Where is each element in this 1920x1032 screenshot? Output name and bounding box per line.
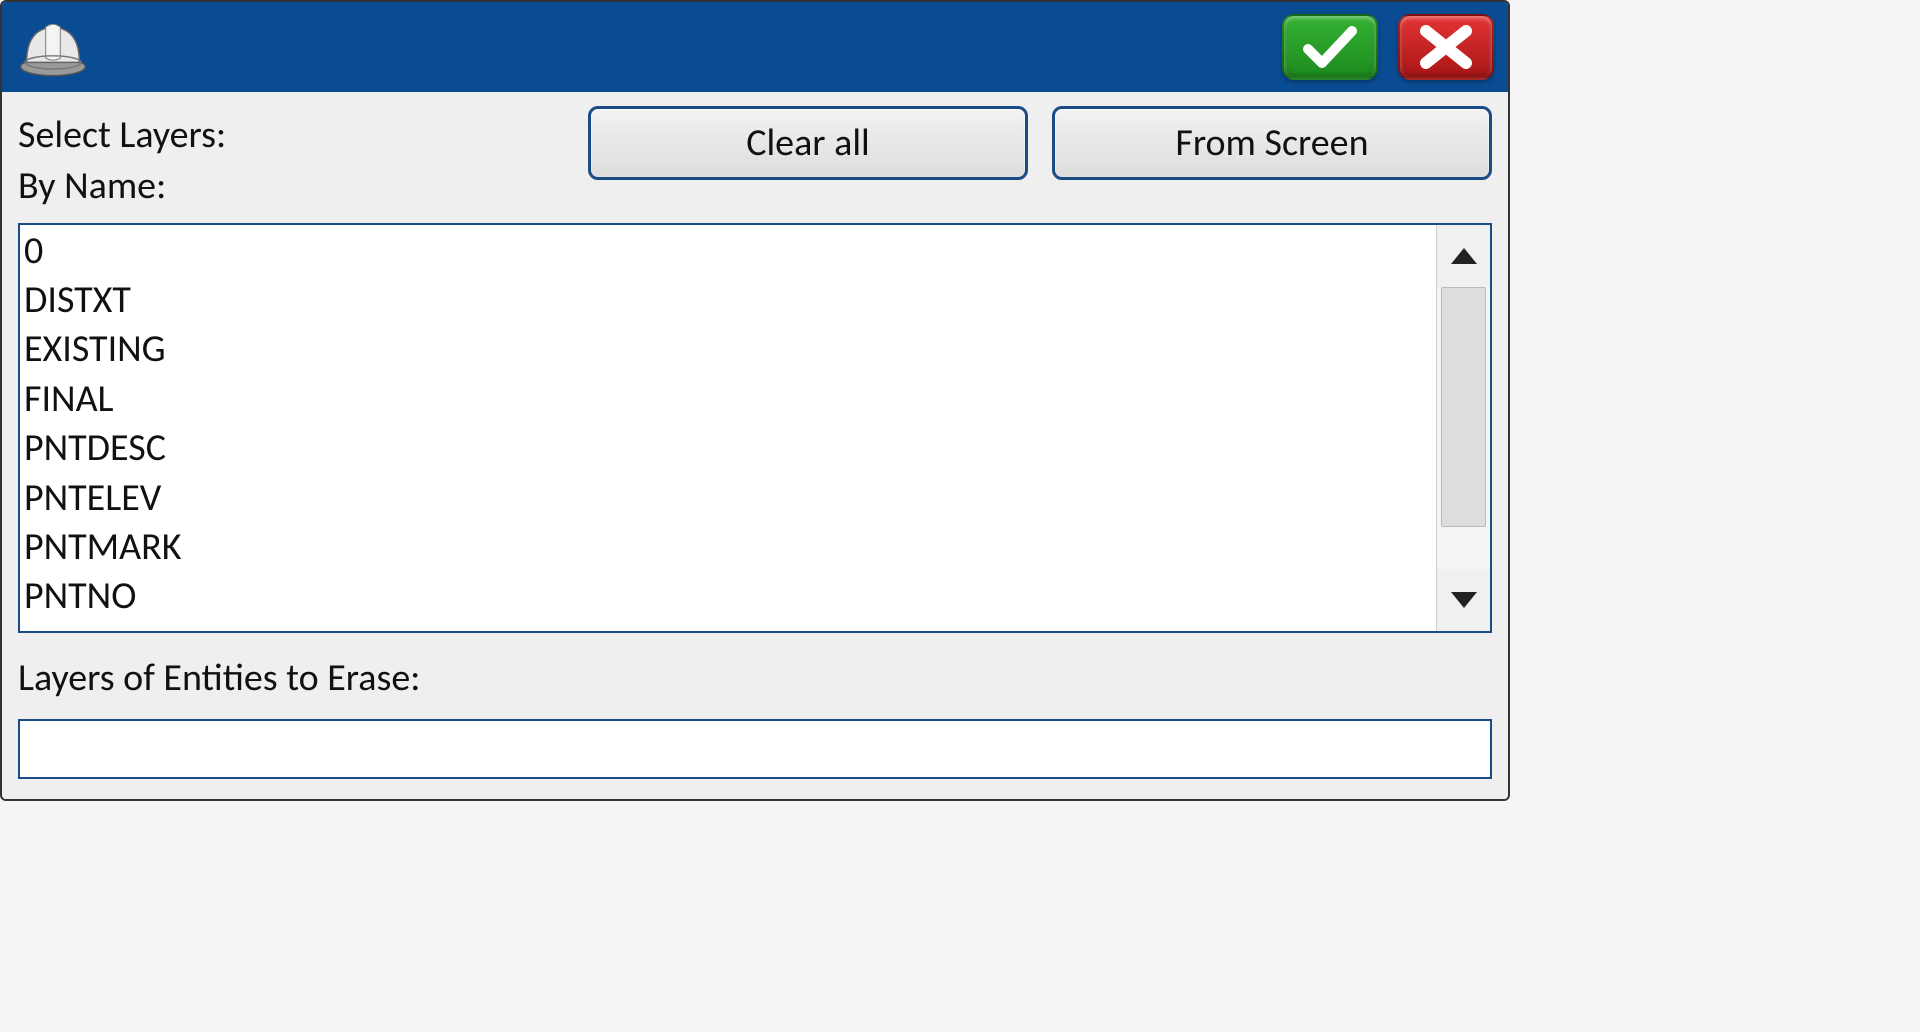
by-name-label: By Name: xyxy=(18,161,588,212)
list-item[interactable]: DISTXT xyxy=(24,276,1430,325)
clear-all-button[interactable]: Clear all xyxy=(588,106,1028,180)
titlebar-left xyxy=(16,14,90,80)
layer-listbox[interactable]: 0 DISTXT EXISTING FINAL PNTDESC PNTELEV … xyxy=(18,223,1492,633)
list-item[interactable]: PNTDESC xyxy=(24,424,1430,473)
select-layers-label: Select Layers: xyxy=(18,110,588,161)
layer-list-items: 0 DISTXT EXISTING FINAL PNTDESC PNTELEV … xyxy=(20,225,1436,631)
hardhat-icon xyxy=(16,14,90,80)
top-row: Select Layers: By Name: Clear all From S… xyxy=(18,106,1492,213)
layer-select-dialog: Select Layers: By Name: Clear all From S… xyxy=(0,0,1510,801)
dialog-content: Select Layers: By Name: Clear all From S… xyxy=(2,92,1508,799)
vertical-scrollbar[interactable] xyxy=(1436,225,1490,631)
scroll-thumb[interactable] xyxy=(1441,287,1486,527)
from-screen-label: From Screen xyxy=(1175,120,1368,166)
list-item[interactable]: FINAL xyxy=(24,375,1430,424)
clear-all-label: Clear all xyxy=(746,120,870,166)
list-item[interactable]: PNTMARK xyxy=(24,523,1430,572)
buttons-block: Clear all From Screen xyxy=(588,106,1492,180)
ok-button[interactable] xyxy=(1282,14,1378,80)
chevron-up-icon xyxy=(1449,246,1479,266)
titlebar xyxy=(2,2,1508,92)
list-item[interactable]: PNTELEV xyxy=(24,474,1430,523)
list-item[interactable]: PNTNO xyxy=(24,572,1430,621)
checkmark-icon xyxy=(1302,23,1358,71)
list-item[interactable]: EXISTING xyxy=(24,325,1430,374)
list-item[interactable]: 0 xyxy=(24,227,1430,276)
scroll-track[interactable] xyxy=(1437,287,1490,569)
scroll-up-button[interactable] xyxy=(1437,225,1490,287)
chevron-down-icon xyxy=(1449,590,1479,610)
from-screen-button[interactable]: From Screen xyxy=(1052,106,1492,180)
titlebar-right xyxy=(1282,14,1494,80)
layers-to-erase-label: Layers of Entities to Erase: xyxy=(18,655,1492,701)
cancel-button[interactable] xyxy=(1398,14,1494,80)
scroll-down-button[interactable] xyxy=(1437,569,1490,631)
labels-block: Select Layers: By Name: xyxy=(18,106,588,213)
layers-to-erase-input[interactable] xyxy=(18,719,1492,779)
x-icon xyxy=(1420,25,1472,69)
